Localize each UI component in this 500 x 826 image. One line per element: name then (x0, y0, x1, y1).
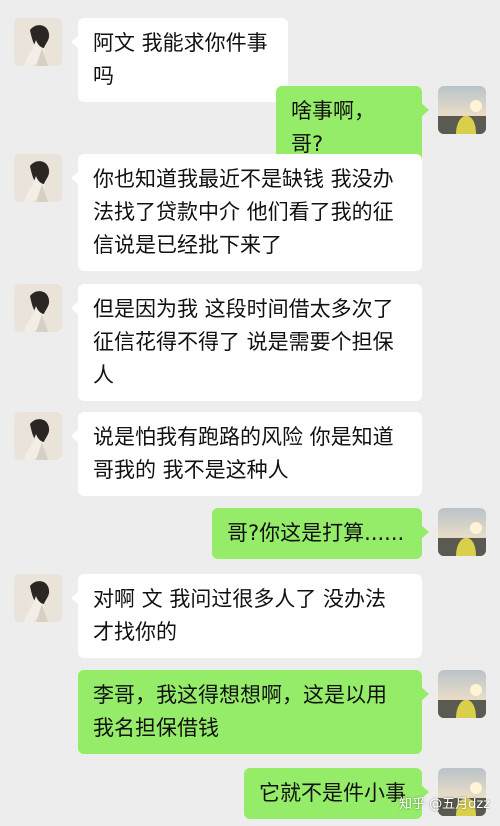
outgoing-message-bubble[interactable]: 它就不是件小事 (244, 768, 429, 819)
incoming-message-bubble[interactable]: 阿文 我能求你件事吗 (71, 18, 288, 102)
outgoing-message-bubble[interactable]: 李哥，我这得想想啊，这是以用我名担保借钱 (78, 670, 429, 754)
user-avatar[interactable] (438, 508, 486, 556)
incoming-message-bubble[interactable]: 但是因为我 这段时间借太多次了 征信花得不得了 说是需要个担保人 (71, 284, 422, 401)
contact-avatar[interactable] (14, 18, 62, 66)
watermark: 知乎 @五月dzz (398, 797, 490, 812)
contact-avatar[interactable] (14, 284, 62, 332)
user-avatar[interactable] (438, 670, 486, 718)
outgoing-message-bubble[interactable]: 哥?你这是打算...... (212, 508, 429, 559)
contact-avatar[interactable] (14, 154, 62, 202)
incoming-message-bubble[interactable]: 对啊 文 我问过很多人了 没办法才找你的 (71, 574, 422, 658)
incoming-message-bubble[interactable]: 说是怕我有跑路的风险 你是知道哥我的 我不是这种人 (71, 412, 422, 496)
user-avatar[interactable] (438, 86, 486, 134)
contact-avatar[interactable] (14, 574, 62, 622)
incoming-message-bubble[interactable]: 你也知道我最近不是缺钱 我没办法找了贷款中介 他们看了我的征信说是已经批下来了 (71, 154, 422, 271)
contact-avatar[interactable] (14, 412, 62, 460)
